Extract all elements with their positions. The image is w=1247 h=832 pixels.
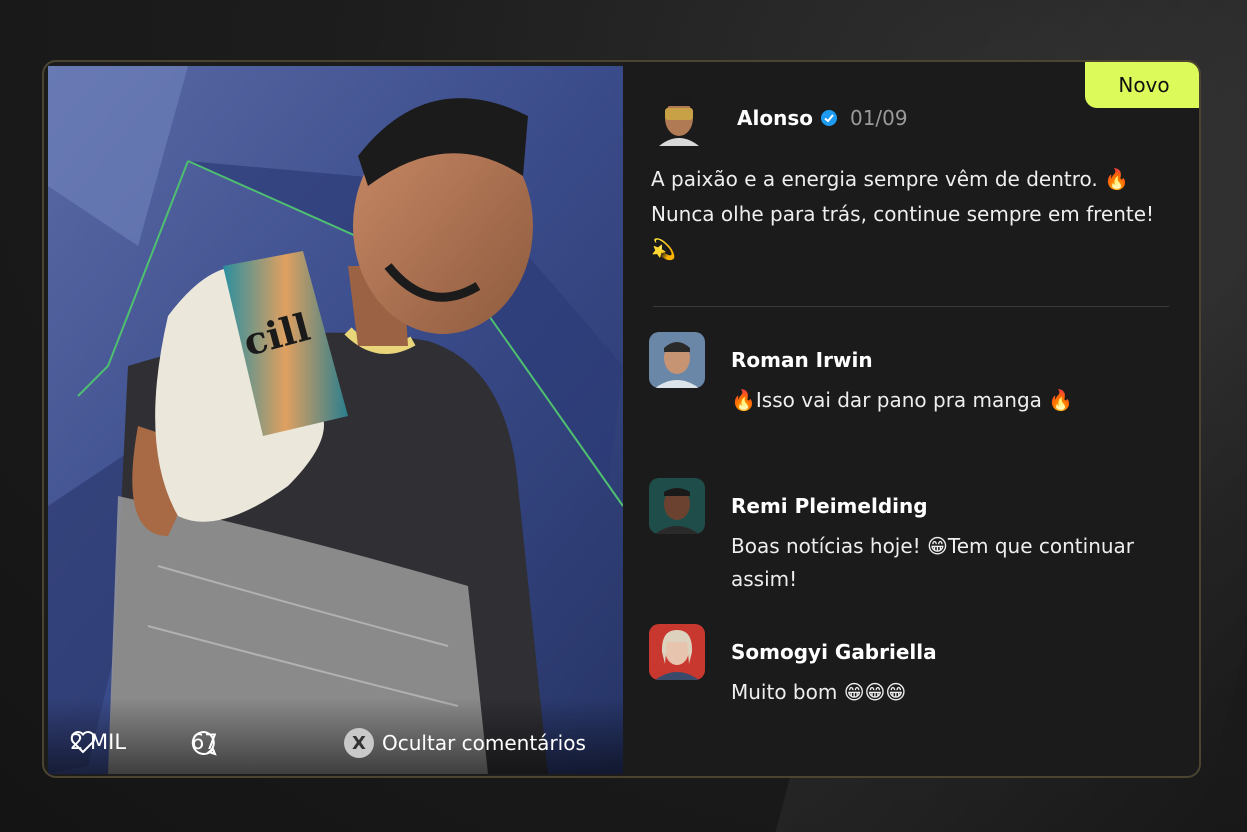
post-header: Alonso 01/09	[651, 90, 908, 146]
avatar[interactable]	[649, 478, 705, 534]
comment-author[interactable]: Remi Pleimelding	[731, 494, 928, 518]
post-text: A paixão e a energia sempre vêm de dentr…	[651, 167, 1155, 261]
author-avatar-image	[651, 90, 707, 146]
comment-icon	[191, 730, 217, 756]
post-author-name[interactable]: Alonso	[737, 106, 813, 130]
divider	[653, 306, 1169, 307]
comments-stat[interactable]: 67	[191, 730, 218, 756]
comment-text: Boas notícias hoje! 😁Tem que continuar a…	[731, 534, 1135, 591]
comment-author[interactable]: Roman Irwin	[731, 348, 873, 372]
avatar[interactable]	[649, 624, 705, 680]
hide-comments-label: Ocultar comentários	[382, 731, 586, 755]
post-photo: cill 2 MIL 67 X Ocultar comentários	[48, 66, 623, 774]
x-button-icon: X	[344, 728, 374, 758]
comment-author[interactable]: Somogyi Gabriella	[731, 640, 937, 664]
heart-icon	[70, 731, 96, 754]
new-badge: Novo	[1085, 62, 1199, 108]
hide-comments-button[interactable]: X Ocultar comentários	[344, 728, 586, 758]
commenter-avatar-image	[649, 332, 705, 388]
avatar[interactable]	[651, 90, 707, 146]
post-card: cill 2 MIL 67 X Ocultar comentários Novo	[42, 60, 1201, 778]
player-photo-illustration: cill	[48, 66, 623, 774]
commenter-avatar-image	[649, 624, 705, 680]
likes-stat[interactable]: 2 MIL	[70, 730, 126, 754]
verified-icon	[820, 110, 837, 126]
avatar[interactable]	[649, 332, 705, 388]
comments-panel: Novo Alonso 01/09 A paixão e a energia s…	[623, 62, 1199, 776]
comment-text: 🔥Isso vai dar pano pra manga 🔥	[731, 388, 1074, 412]
commenter-avatar-image	[649, 478, 705, 534]
post-date: 01/09	[849, 106, 908, 130]
comment-text: Muito bom 😁😁😁	[731, 680, 907, 704]
